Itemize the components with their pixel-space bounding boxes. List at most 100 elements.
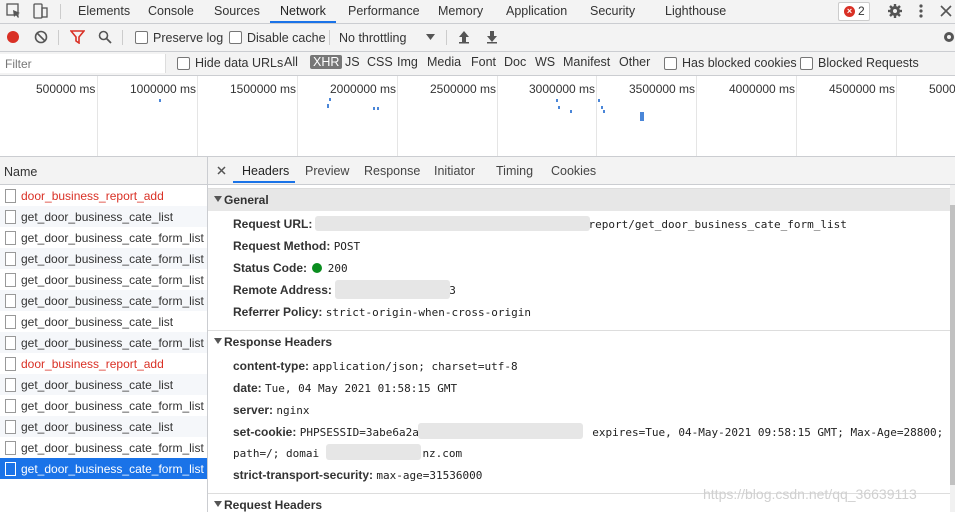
tab-security[interactable]: Security xyxy=(590,0,635,23)
watermark: https://blog.csdn.net/qq_36639113 xyxy=(703,486,917,502)
filter-type-css[interactable]: CSS xyxy=(367,55,393,69)
device-toolbar-icon[interactable] xyxy=(32,3,48,19)
tab-performance[interactable]: Performance xyxy=(348,0,420,23)
chevron-down-icon[interactable] xyxy=(426,34,435,40)
request-row[interactable]: get_door_business_cate_form_list xyxy=(0,437,207,458)
error-count-badge[interactable]: × 2 xyxy=(838,2,870,21)
request-mark xyxy=(558,106,560,109)
filter-type-img[interactable]: Img xyxy=(397,55,418,69)
details-scrollbar[interactable] xyxy=(950,185,955,512)
network-settings-gear-icon[interactable] xyxy=(941,29,955,45)
request-row[interactable]: get_door_business_cate_form_list xyxy=(0,269,207,290)
header-value: max-age=31536000 xyxy=(376,469,483,482)
filter-type-other[interactable]: Other xyxy=(619,55,650,69)
filter-type-js[interactable]: JS xyxy=(345,55,360,69)
filter-icon[interactable] xyxy=(70,30,85,44)
header-value: application/json; charset=utf-8 xyxy=(312,360,518,373)
has-blocked-cookies-checkbox[interactable] xyxy=(664,57,677,70)
server-row: server: nginx xyxy=(233,403,310,417)
file-icon xyxy=(5,315,16,329)
response-headers-section-header[interactable]: Response Headers xyxy=(208,330,950,353)
blocked-requests-label: Blocked Requests xyxy=(818,56,919,70)
tab-timing[interactable]: Timing xyxy=(496,164,533,178)
tab-response[interactable]: Response xyxy=(364,164,420,178)
tab-headers[interactable]: Headers xyxy=(242,164,289,178)
request-method-row: Request Method: POST xyxy=(233,239,360,253)
filter-input[interactable]: Filter xyxy=(0,54,166,73)
header-value: Tue, 04 May 2021 01:58:15 GMT xyxy=(265,382,458,395)
request-name: get_door_business_cate_form_list xyxy=(21,273,204,287)
request-name: get_door_business_cate_form_list xyxy=(21,462,204,476)
filter-placeholder: Filter xyxy=(5,57,32,71)
request-mark xyxy=(598,99,600,102)
strict-transport-security-row: strict-transport-security: max-age=31536… xyxy=(233,468,482,482)
request-row[interactable]: get_door_business_cate_form_list xyxy=(0,332,207,353)
request-row[interactable]: get_door_business_cate_form_list xyxy=(0,227,207,248)
overview-timeline[interactable]: 500000 ms 1000000 ms 1500000 ms 2000000 … xyxy=(0,76,955,157)
request-mark xyxy=(640,112,644,121)
export-har-icon[interactable] xyxy=(485,30,499,44)
throttling-select[interactable]: No throttling xyxy=(339,31,406,45)
request-name: get_door_business_cate_form_list xyxy=(21,399,204,413)
request-list-header[interactable]: Name xyxy=(0,157,208,185)
header-value: strict-origin-when-cross-origin xyxy=(325,306,532,319)
hide-data-urls-checkbox[interactable] xyxy=(177,57,190,70)
inspect-element-icon[interactable] xyxy=(6,3,22,19)
request-row[interactable]: get_door_business_cate_form_list xyxy=(0,395,207,416)
disable-cache-checkbox[interactable] xyxy=(229,31,242,44)
request-name: get_door_business_cate_form_list xyxy=(21,252,204,266)
header-key: Request URL: xyxy=(233,217,313,231)
tab-initiator[interactable]: Initiator xyxy=(434,164,475,178)
tab-lighthouse[interactable]: Lighthouse xyxy=(665,0,726,23)
timeline-gridline xyxy=(596,76,597,156)
request-row[interactable]: get_door_business_cate_form_list xyxy=(0,248,207,269)
filter-type-xhr[interactable]: XHR xyxy=(310,55,343,69)
request-row-selected[interactable]: get_door_business_cate_form_list xyxy=(0,458,207,479)
filter-type-manifest[interactable]: Manifest xyxy=(563,55,610,69)
tab-elements[interactable]: Elements xyxy=(78,0,130,23)
filter-type-all[interactable]: All xyxy=(284,55,298,69)
header-value: POST xyxy=(333,240,361,253)
request-row[interactable]: get_door_business_cate_list xyxy=(0,374,207,395)
general-section-header[interactable]: General xyxy=(208,188,950,211)
request-row[interactable]: door_business_report_add xyxy=(0,185,207,206)
close-icon[interactable] xyxy=(217,166,226,175)
tab-preview[interactable]: Preview xyxy=(305,164,349,178)
gear-icon[interactable] xyxy=(887,3,903,19)
file-icon xyxy=(5,210,16,224)
filter-type-font[interactable]: Font xyxy=(471,55,496,69)
network-toolbar: Preserve log Disable cache No throttling xyxy=(0,24,955,52)
tab-memory[interactable]: Memory xyxy=(438,0,483,23)
filter-type-media[interactable]: Media xyxy=(427,55,461,69)
request-mark xyxy=(570,110,572,113)
tab-network[interactable]: Network xyxy=(270,0,336,23)
more-options-icon[interactable] xyxy=(913,3,929,19)
scrollbar-thumb[interactable] xyxy=(950,205,955,485)
clear-icon[interactable] xyxy=(34,30,48,44)
toolbar-divider xyxy=(122,30,123,45)
tab-application[interactable]: Application xyxy=(506,0,567,23)
preserve-log-checkbox[interactable] xyxy=(135,31,148,44)
status-code-row: Status Code: 200 xyxy=(233,261,348,275)
request-row[interactable]: get_door_business_cate_list xyxy=(0,311,207,332)
request-row[interactable]: door_business_report_add xyxy=(0,353,207,374)
request-name: get_door_business_cate_list xyxy=(21,378,174,392)
request-name: get_door_business_cate_list xyxy=(21,210,174,224)
filter-type-ws[interactable]: WS xyxy=(535,55,555,69)
request-name: get_door_business_cate_form_list xyxy=(21,231,204,245)
import-har-icon[interactable] xyxy=(457,30,471,44)
request-row[interactable]: get_door_business_cate_list xyxy=(0,416,207,437)
request-row[interactable]: get_door_business_cate_form_list xyxy=(0,290,207,311)
timeline-gridline xyxy=(397,76,398,156)
header-key: strict-transport-security: xyxy=(233,468,374,482)
tab-console[interactable]: Console xyxy=(148,0,194,23)
blocked-requests-checkbox[interactable] xyxy=(800,57,813,70)
close-devtools-icon[interactable] xyxy=(938,3,954,19)
request-mark xyxy=(603,110,605,113)
request-row[interactable]: get_door_business_cate_list xyxy=(0,206,207,227)
tab-sources[interactable]: Sources xyxy=(214,0,260,23)
search-icon[interactable] xyxy=(98,30,112,44)
filter-type-doc[interactable]: Doc xyxy=(504,55,526,69)
tab-cookies[interactable]: Cookies xyxy=(551,164,596,178)
record-icon[interactable] xyxy=(6,30,20,44)
